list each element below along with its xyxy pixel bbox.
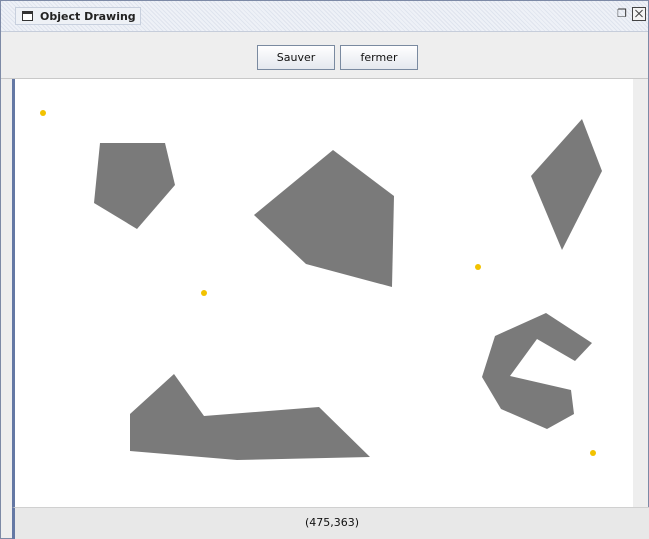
polygon-shape[interactable] [254,150,394,287]
point-marker[interactable] [201,290,207,296]
cursor-coordinates: (475,363) [304,516,360,529]
title-box: Object Drawing [15,7,141,25]
close-icon[interactable] [632,7,646,21]
window-icon [22,11,33,21]
toolbar: Sauver fermer [1,32,648,79]
status-bar: (475,363) [12,507,649,539]
app-window: Object Drawing ❐ Sauver fermer (475,363) [0,0,649,539]
polygon-shape[interactable] [531,119,602,250]
window-title: Object Drawing [40,10,136,23]
point-marker[interactable] [40,110,46,116]
restore-icon[interactable]: ❐ [616,8,628,20]
point-marker[interactable] [590,450,596,456]
polygon-shape[interactable] [94,143,175,229]
title-bar[interactable]: Object Drawing ❐ [1,1,648,32]
drawing-canvas[interactable] [12,79,633,507]
close-button[interactable]: fermer [340,45,418,70]
polygon-shape[interactable] [482,313,592,429]
drawing-surface[interactable] [15,79,633,507]
save-button[interactable]: Sauver [257,45,335,70]
point-marker[interactable] [475,264,481,270]
polygon-shape[interactable] [130,374,370,460]
